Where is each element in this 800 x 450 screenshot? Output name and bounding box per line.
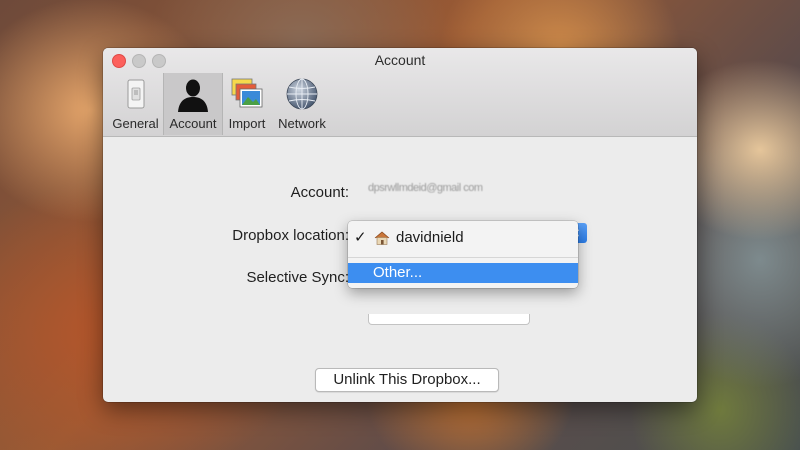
account-label: Account: xyxy=(290,184,349,201)
location-dropdown-menu: ✓ davidnield Other... xyxy=(348,221,578,288)
tab-import[interactable]: Import xyxy=(222,73,272,135)
dropbox-location-label: Dropbox location: xyxy=(232,227,349,244)
person-icon xyxy=(178,79,208,112)
tab-account[interactable]: Account xyxy=(163,73,223,135)
checkmark-icon: ✓ xyxy=(354,229,367,246)
menu-item-other[interactable]: Other... xyxy=(348,263,578,283)
menu-item-label: Other... xyxy=(373,264,423,281)
tab-general[interactable]: General xyxy=(109,73,162,135)
titlebar: Account General Account Import Network xyxy=(103,48,697,137)
tab-general-label: General xyxy=(112,116,159,131)
window-title: Account xyxy=(374,52,426,68)
menu-item-davidnield[interactable]: ✓ davidnield xyxy=(348,226,578,250)
switch-icon xyxy=(127,79,144,109)
photos-icon xyxy=(231,78,263,108)
menu-item-label: davidnield xyxy=(396,229,464,246)
account-email-value: dpsrwllmdeid@gmail com xyxy=(368,182,483,194)
home-folder-icon xyxy=(374,231,390,245)
tab-network-label: Network xyxy=(278,116,326,131)
tab-account-label: Account xyxy=(169,116,217,131)
unlink-dropbox-button[interactable]: Unlink This Dropbox... xyxy=(315,368,499,392)
selective-sync-label: Selective Sync: xyxy=(246,269,349,286)
globe-icon xyxy=(286,78,318,110)
menu-separator xyxy=(348,257,578,258)
selective-sync-button[interactable] xyxy=(368,314,530,325)
tab-import-label: Import xyxy=(228,116,266,131)
tab-network[interactable]: Network xyxy=(273,73,331,135)
